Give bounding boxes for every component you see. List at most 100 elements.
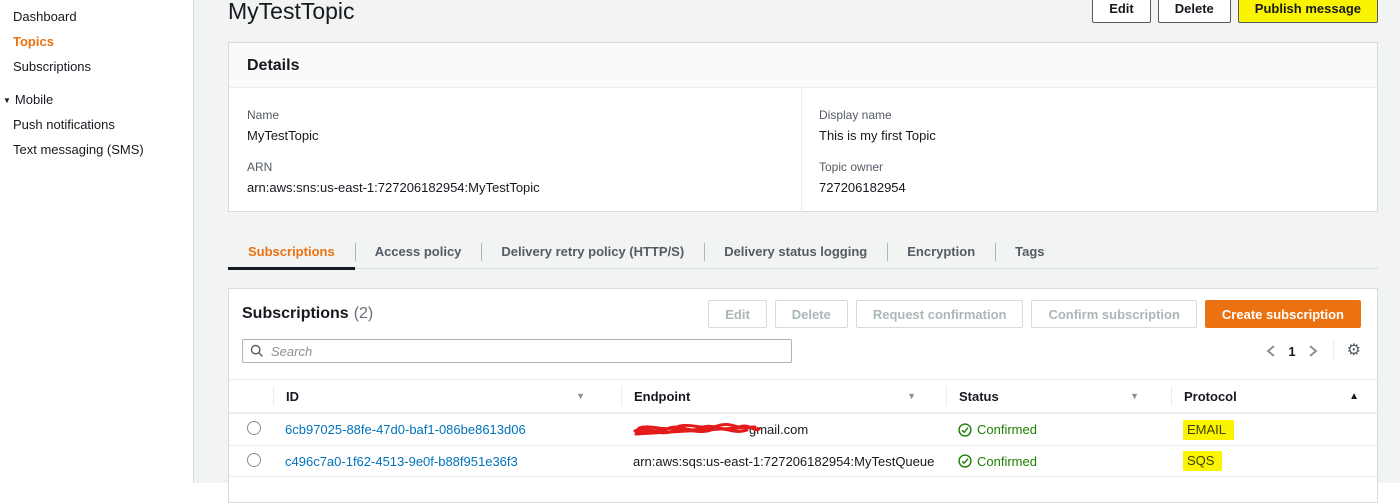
subscriptions-card: Subscriptions (2) Edit Delete Request co… [228, 288, 1378, 503]
details-left-column: Name MyTestTopic ARN arn:aws:sns:us-east… [229, 88, 801, 212]
search-input[interactable] [242, 339, 792, 363]
display-name-field: Display name This is my first Topic [819, 108, 1377, 143]
details-body: Name MyTestTopic ARN arn:aws:sns:us-east… [229, 88, 1377, 212]
name-field: Name MyTestTopic [247, 108, 801, 143]
delete-topic-button[interactable]: Delete [1157, 0, 1231, 23]
arn-value: arn:aws:sns:us-east-1:727206182954:MyTes… [247, 180, 540, 195]
protocol-cell: SQS [1171, 451, 1377, 471]
protocol-column-label: Protocol [1184, 388, 1237, 404]
delete-subscription-button[interactable]: Delete [774, 300, 848, 328]
id-cell: c496c7a0-1f62-4513-9e0f-b88f951e36f3 [273, 454, 621, 469]
name-label: Name [247, 108, 280, 122]
id-cell: 6cb97025-88fe-47d0-baf1-086be8613d06 [273, 422, 621, 437]
sidebar-section-mobile[interactable]: ▼ Mobile [0, 87, 193, 112]
protocol-column-header[interactable]: Protocol ▲ [1171, 386, 1377, 406]
sidebar: Dashboard Topics Subscriptions ▼ Mobile P… [0, 0, 194, 483]
tab-tags[interactable]: Tags [995, 236, 1064, 268]
sort-ascending-icon[interactable]: ▲ [1349, 391, 1359, 402]
details-right-column: Display name This is my first Topic Topi… [801, 88, 1377, 212]
protocol-value-highlighted: EMAIL [1183, 419, 1235, 440]
edit-topic-button[interactable]: Edit [1092, 0, 1151, 23]
arn-field: ARN arn:aws:sns:us-east-1:727206182954:M… [247, 160, 801, 195]
topic-owner-field: Topic owner 727206182954 [819, 160, 1377, 195]
display-name-value: This is my first Topic [819, 128, 936, 143]
subscriptions-toolbar: 1 ⚙ [229, 337, 1377, 363]
main-content: MyTestTopic Edit Delete Publish message … [194, 0, 1400, 503]
settings-gear-icon[interactable]: ⚙ [1347, 343, 1361, 359]
page-number[interactable]: 1 [1288, 344, 1295, 359]
sidebar-item-topics[interactable]: Topics [0, 29, 193, 54]
status-value: Confirmed [977, 453, 1037, 469]
page-title: MyTestTopic [228, 0, 355, 24]
protocol-cell: EMAIL [1171, 419, 1377, 440]
status-column-label: Status [959, 388, 999, 404]
subscription-id-link[interactable]: 6cb97025-88fe-47d0-baf1-086be8613d06 [285, 422, 526, 437]
pagination: 1 ⚙ [1264, 341, 1361, 361]
name-value: MyTestTopic [247, 128, 319, 143]
sidebar-section-mobile-label: Mobile [14, 92, 54, 107]
tab-delivery-status-logging[interactable]: Delivery status logging [704, 236, 887, 268]
tab-subscriptions[interactable]: Subscriptions [228, 236, 355, 270]
sidebar-item-dashboard[interactable]: Dashboard [0, 4, 193, 29]
status-value: Confirmed [977, 422, 1037, 437]
id-column-header[interactable]: ID ▼ [273, 386, 621, 406]
details-card: Details Name MyTestTopic ARN arn:aws:sns… [228, 42, 1378, 212]
confirmed-check-icon [958, 454, 972, 468]
sidebar-item-subscriptions[interactable]: Subscriptions [0, 54, 193, 79]
subscriptions-header: Subscriptions (2) Edit Delete Request co… [229, 289, 1377, 337]
sidebar-item-text-messaging-sms[interactable]: Text messaging (SMS) [0, 137, 193, 162]
subscriptions-count: (2) [353, 305, 374, 322]
subscriptions-title: Subscriptions [242, 305, 349, 322]
tab-delivery-retry-policy[interactable]: Delivery retry policy (HTTP/S) [481, 236, 704, 268]
edit-subscription-button[interactable]: Edit [708, 300, 767, 328]
request-confirmation-button[interactable]: Request confirmation [855, 300, 1024, 328]
endpoint-column-label: Endpoint [634, 388, 691, 404]
status-cell: Confirmed [946, 422, 1171, 437]
red-redaction-scribble [633, 422, 761, 435]
id-column-label: ID [286, 388, 299, 404]
table-row: c496c7a0-1f62-4513-9e0f-b88f951e36f3 arn… [229, 445, 1377, 477]
filter-down-icon[interactable]: ▼ [907, 391, 916, 401]
toolbar-divider [1332, 341, 1334, 361]
confirm-subscription-button[interactable]: Confirm subscription [1031, 300, 1197, 328]
protocol-value-highlighted: SQS [1183, 451, 1223, 471]
topic-tabs: Subscriptions Access policy Delivery ret… [228, 236, 1378, 270]
chevron-left-icon [1266, 345, 1276, 357]
topic-actions: Edit Delete Publish message [1092, 0, 1378, 23]
search-icon [250, 344, 264, 361]
confirmed-check-icon [958, 422, 972, 437]
subscription-id-link[interactable]: c496c7a0-1f62-4513-9e0f-b88f951e36f3 [285, 454, 518, 469]
select-cell [229, 421, 273, 438]
select-cell [229, 452, 273, 470]
sidebar-item-push-notifications[interactable]: Push notifications [0, 112, 193, 137]
filter-down-icon[interactable]: ▼ [1130, 391, 1139, 401]
subscriptions-table: ID ▼ Endpoint ▼ Status ▼ Protocol ▲ 6cb9… [229, 379, 1377, 477]
next-page-button[interactable] [1306, 342, 1320, 360]
search-box [242, 339, 792, 363]
table-header-row: ID ▼ Endpoint ▼ Status ▼ Protocol ▲ [229, 379, 1377, 413]
tab-encryption[interactable]: Encryption [887, 236, 995, 268]
subscriptions-actions: Edit Delete Request confirmation Confirm… [708, 300, 1361, 328]
topic-owner-value: 727206182954 [819, 180, 906, 195]
create-subscription-button[interactable]: Create subscription [1204, 300, 1361, 328]
endpoint-cell: gmail.com [621, 422, 946, 438]
status-cell: Confirmed [946, 454, 1171, 469]
endpoint-column-header[interactable]: Endpoint ▼ [621, 386, 946, 406]
arn-label: ARN [247, 160, 273, 174]
publish-message-button[interactable]: Publish message [1237, 0, 1378, 23]
chevron-down-icon: ▼ [3, 96, 11, 105]
tab-access-policy[interactable]: Access policy [354, 236, 482, 268]
filter-down-icon[interactable]: ▼ [576, 391, 585, 401]
chevron-right-icon [1309, 345, 1318, 357]
details-card-title: Details [229, 43, 1377, 88]
status-column-header[interactable]: Status ▼ [946, 386, 1171, 406]
previous-page-button[interactable] [1264, 342, 1278, 360]
table-row: 6cb97025-88fe-47d0-baf1-086be8613d06 gma… [229, 413, 1377, 445]
endpoint-cell: arn:aws:sqs:us-east-1:727206182954:MyTes… [621, 454, 946, 469]
topic-owner-label: Topic owner [819, 160, 884, 174]
row-radio-button[interactable] [247, 421, 261, 435]
endpoint-value: arn:aws:sqs:us-east-1:727206182954:MyTes… [633, 453, 935, 469]
display-name-label: Display name [819, 108, 892, 122]
row-radio-button[interactable] [247, 452, 261, 467]
sns-topic-page: { "sidebar": { "items": [ { "label": "Da… [0, 0, 1400, 503]
